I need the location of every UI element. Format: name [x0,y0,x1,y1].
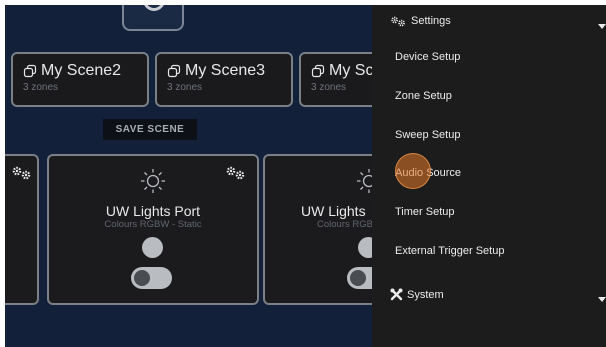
scene-copy-icon [311,64,325,78]
scene-name: My Scene2 [41,62,122,79]
top-power-button[interactable] [122,5,184,31]
zone-card-partial[interactable] [5,154,39,305]
menu-item-sweep-setup[interactable]: Sweep Setup [395,129,460,141]
settings-header[interactable]: Settings [390,15,451,27]
scene-name: My Sc [329,62,374,79]
menu-item-external-trigger-setup[interactable]: External Trigger Setup [395,245,504,257]
scene-copy-icon [167,64,181,78]
tools-icon [390,288,403,301]
settings-label: Settings [411,15,451,27]
color-preview-dot[interactable] [142,237,163,258]
scene-copy-icon [23,64,37,78]
scene-card[interactable]: My Scene3 3 zones [155,52,293,107]
save-scene-button[interactable]: SAVE SCENE [103,119,197,140]
menu-item-zone-setup[interactable]: Zone Setup [395,90,452,102]
toggle-knob [350,270,366,286]
scene-name: My Scene3 [185,62,266,79]
scene-card[interactable]: My Scene2 3 zones [11,52,149,107]
gears-icon[interactable] [11,166,33,180]
chevron-down-icon[interactable] [598,297,606,302]
zone-title: UW Lights Port [105,203,201,219]
scene-zone-count: 3 zones [167,82,203,93]
power-ring-icon [143,5,165,11]
zone-subtitle: Colours RGB [317,219,373,230]
light-bulb-icon [141,169,165,193]
toggle-knob [134,270,150,286]
menu-item-timer-setup[interactable]: Timer Setup [395,206,455,218]
system-header[interactable]: System [390,288,444,301]
scene-zone-count: 3 zones [23,82,59,93]
chevron-down-icon[interactable] [598,24,606,29]
menu-item-device-setup[interactable]: Device Setup [395,51,460,63]
zone-card[interactable]: UW Lights Port Colours RGBW - Static [47,154,259,305]
zone-power-toggle[interactable] [131,267,172,289]
zone-subtitle: Colours RGBW - Static [104,219,202,230]
gears-icon [391,16,405,26]
gears-icon[interactable] [225,166,247,180]
system-label: System [407,288,444,301]
zone-title: UW Lights [301,203,366,219]
click-indicator [395,153,431,189]
